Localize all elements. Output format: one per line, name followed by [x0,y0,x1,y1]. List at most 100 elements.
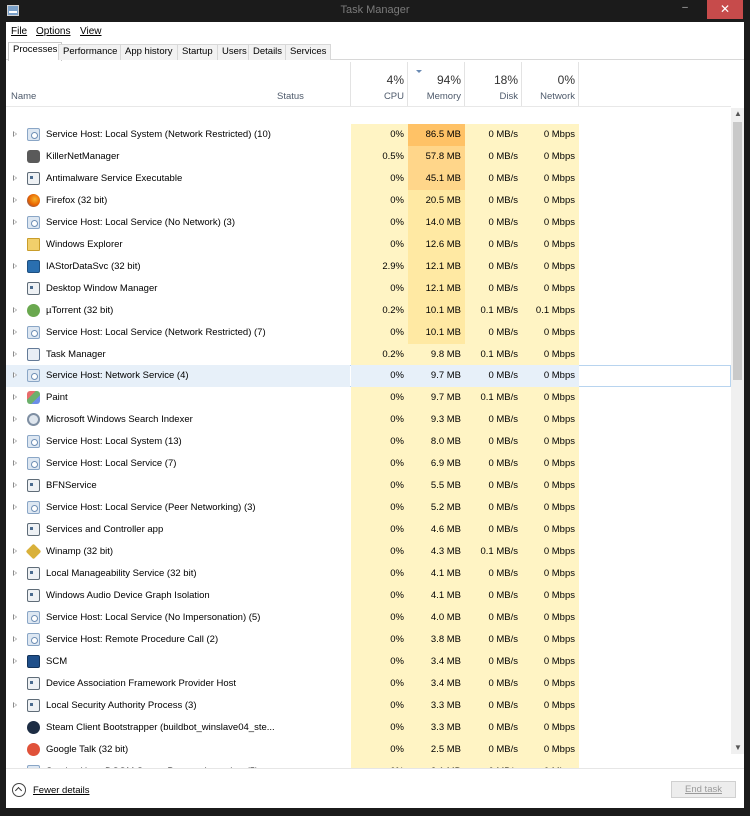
table-row[interactable]: Device Association Framework Provider Ho… [6,672,731,695]
expand-chevron-icon[interactable] [13,174,17,181]
chevron-up-circle-icon[interactable] [12,783,26,797]
expand-chevron-icon[interactable] [13,635,17,642]
expand-chevron-icon[interactable] [13,504,17,511]
table-row[interactable]: Service Host: Local Service (Network Res… [6,321,731,344]
table-row[interactable]: SCM 0% 3.4 MB 0 MB/s 0 Mbps [6,650,731,673]
expand-chevron-icon[interactable] [13,570,17,576]
process-name-cell[interactable]: Task Manager [6,344,350,366]
table-row[interactable]: Service Host: Local Service (No Imperson… [6,606,731,629]
table-row[interactable]: µTorrent (32 bit) 0.2% 10.1 MB 0.1 MB/s 0.1 … [6,299,731,322]
end-task-button[interactable]: End task [671,781,736,798]
scrollbar-thumb[interactable] [733,122,742,380]
expand-chevron-icon[interactable] [13,701,17,708]
process-name-cell[interactable]: Local Manageability Service (32 bit) [6,563,350,585]
process-name-cell[interactable]: KillerNetManager [6,146,350,168]
scroll-down-arrow-icon[interactable]: ▼ [734,742,742,754]
expand-chevron-icon[interactable] [13,438,17,445]
process-name-cell[interactable]: SCM [6,651,350,673]
process-name-cell[interactable]: Service Host: Local System (13) [6,431,350,453]
expand-chevron-icon[interactable] [13,131,17,137]
process-name-cell[interactable]: Service Host: Local Service (Peer Networ… [6,497,350,519]
table-row[interactable]: Paint 0% 9.7 MB 0.1 MB/s 0 Mbps [6,387,731,410]
process-name-cell[interactable]: BFNService [6,475,350,497]
cpu-total[interactable]: 4% [351,73,404,87]
menu-view[interactable]: View [80,26,102,37]
table-row[interactable]: Firefox (32 bit) 0% 20.5 MB 0 MB/s 0 Mbps [6,189,731,212]
expand-chevron-icon[interactable] [13,350,17,357]
column-header-status[interactable]: Status [277,91,304,102]
process-name-cell[interactable]: Firefox (32 bit) [6,190,350,212]
expand-chevron-icon[interactable] [13,394,17,401]
expand-chevron-icon[interactable] [13,548,17,555]
process-name-cell[interactable]: Antimalware Service Executable [6,168,350,190]
process-name-cell[interactable]: Service Host: Remote Procedure Call (2) [6,629,350,651]
process-name-cell[interactable]: IAStorDataSvc (32 bit) [6,256,350,278]
memory-total[interactable]: 94% [408,73,461,87]
process-name-cell[interactable]: Service Host: Network Service (4) [6,365,350,388]
column-header-memory[interactable]: Memory [408,91,461,102]
table-row[interactable]: IAStorDataSvc (32 bit) 2.9% 12.1 MB 0 MB/s 0… [6,255,731,278]
table-row[interactable]: Windows Audio Device Graph Isolation 0% 4.… [6,584,731,607]
tab-app-history[interactable]: App history [120,44,178,60]
menu-options[interactable]: Options [36,26,70,37]
minimize-button[interactable]: – [672,0,698,19]
expand-chevron-icon[interactable] [13,657,17,664]
table-row[interactable]: Winamp (32 bit) 0% 4.3 MB 0.1 MB/s 0 Mbps [6,541,731,564]
table-row[interactable]: Microsoft Windows Search Indexer 0% 9.3 MB… [6,409,731,432]
table-row[interactable]: Service Host: Network Service (4) 0% 9.7 M… [6,365,731,388]
process-name-cell[interactable]: µTorrent (32 bit) [6,300,350,322]
process-name-cell[interactable]: Winamp (32 bit) [6,541,350,563]
table-row[interactable]: Service Host: Local System (Network Rest… [6,124,731,146]
tab-details[interactable]: Details [248,44,288,60]
process-name-cell[interactable]: Steam Client Bootstrapper (buildbot_wins… [6,717,350,739]
scroll-up-arrow-icon[interactable]: ▲ [734,108,742,120]
table-row[interactable]: Antimalware Service Executable 0% 45.1 MB 0… [6,167,731,190]
expand-chevron-icon[interactable] [13,262,17,269]
expand-chevron-icon[interactable] [13,460,17,467]
table-row[interactable]: Services and Controller app 0% 4.6 MB 0 MB/… [6,519,731,542]
table-row[interactable]: Google Talk (32 bit) 0% 2.5 MB 0 MB/s 0 Mbps [6,738,731,761]
table-row[interactable]: Service Host: Local Service (No Network)… [6,211,731,234]
process-name-cell[interactable]: Service Host: Local System (Network Rest… [6,124,350,146]
process-name-cell[interactable]: Device Association Framework Provider Ho… [6,673,350,695]
expand-chevron-icon[interactable] [13,218,17,225]
close-button[interactable]: ✕ [707,0,743,19]
disk-total[interactable]: 18% [465,73,518,87]
table-row[interactable]: Windows Explorer 0% 12.6 MB 0 MB/s 0 Mbps [6,233,731,256]
table-row[interactable]: Local Manageability Service (32 bit) 0% 4.… [6,563,731,585]
table-row[interactable]: Service Host: Local Service (7) 0% 6.9 MB 0… [6,453,731,476]
column-separator[interactable] [578,62,579,106]
process-name-cell[interactable]: Microsoft Windows Search Indexer [6,409,350,431]
network-total[interactable]: 0% [522,73,575,87]
expand-chevron-icon[interactable] [13,482,17,489]
tab-services[interactable]: Services [285,44,332,60]
table-row[interactable]: Task Manager 0.2% 9.8 MB 0.1 MB/s 0 Mbps [6,343,731,366]
table-row[interactable]: Steam Client Bootstrapper (buildbot_wins… [6,716,731,739]
expand-chevron-icon[interactable] [13,613,17,620]
process-name-cell[interactable]: Windows Explorer [6,234,350,256]
expand-chevron-icon[interactable] [13,306,17,313]
process-name-cell[interactable]: Service Host: DCOM Server Process Launch… [6,761,350,768]
table-row[interactable]: Service Host: DCOM Server Process Launch… [6,760,731,768]
column-header-disk[interactable]: Disk [465,91,518,102]
table-row[interactable]: Service Host: Remote Procedure Call (2) 0… [6,628,731,651]
process-name-cell[interactable]: Paint [6,387,350,409]
table-row[interactable]: Desktop Window Manager 0% 12.1 MB 0 MB/s 0 M… [6,277,731,300]
process-name-cell[interactable]: Windows Audio Device Graph Isolation [6,585,350,607]
expand-chevron-icon[interactable] [13,372,17,379]
process-name-cell[interactable]: Service Host: Local Service (No Network)… [6,212,350,234]
column-header-cpu[interactable]: CPU [351,91,404,102]
table-row[interactable]: KillerNetManager 0.5% 57.8 MB 0 MB/s 0 Mbps [6,145,731,168]
process-name-cell[interactable]: Services and Controller app [6,519,350,541]
tab-performance[interactable]: Performance [58,44,123,60]
title-bar[interactable]: Task Manager – ☐ ✕ [0,0,750,22]
tab-processes[interactable]: Processes [8,42,63,61]
table-row[interactable]: Local Security Authority Process (3) 0% 3.… [6,694,731,717]
process-name-cell[interactable]: Service Host: Local Service (No Imperson… [6,607,350,629]
expand-chevron-icon[interactable] [13,196,17,203]
process-name-cell[interactable]: Local Security Authority Process (3) [6,695,350,717]
expand-chevron-icon[interactable] [13,416,17,423]
vertical-scrollbar[interactable]: ▲ ▼ [731,108,744,754]
table-row[interactable]: BFNService 0% 5.5 MB 0 MB/s 0 Mbps [6,475,731,498]
process-name-cell[interactable]: Service Host: Local Service (Network Res… [6,322,350,344]
